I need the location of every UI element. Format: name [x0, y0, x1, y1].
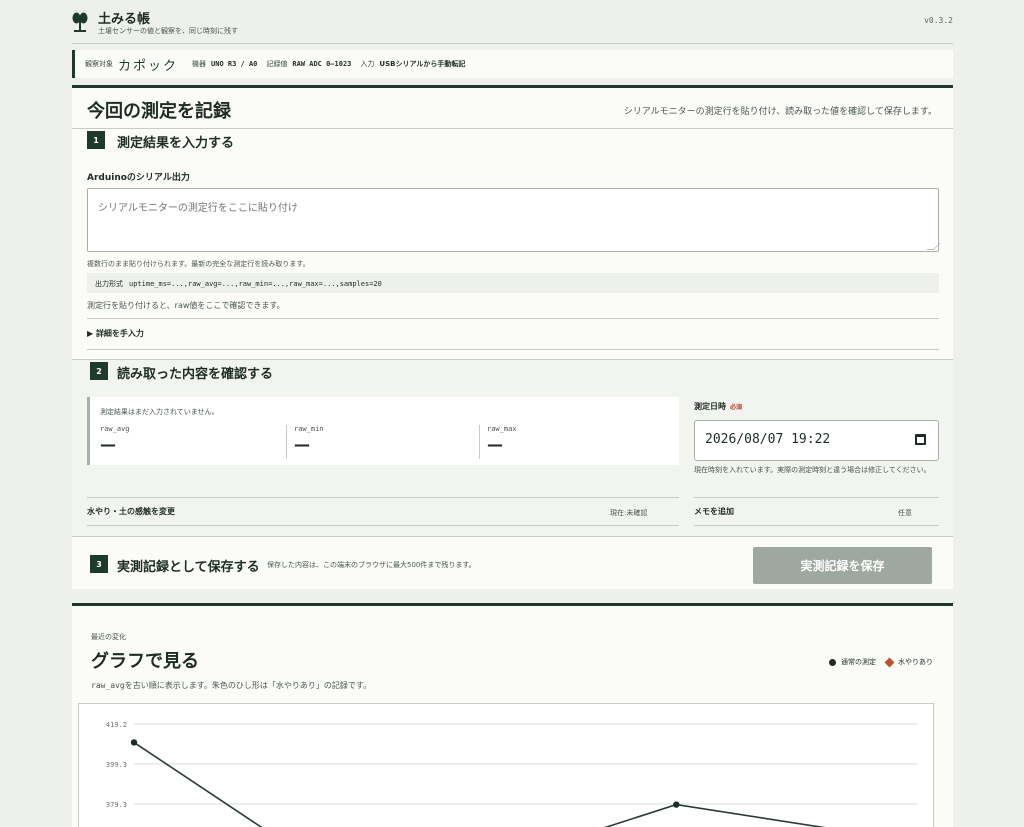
required-badge: 必須 — [730, 404, 743, 411]
data-point — [130, 739, 138, 746]
divider — [72, 128, 953, 129]
legend-normal-icon — [829, 658, 836, 666]
format-value: uptime_ms=...,raw_avg=...,raw_min=...,ra… — [129, 280, 382, 288]
version-label: v0.3.2 — [924, 16, 953, 25]
y-tick-label: 419.2 — [106, 721, 127, 729]
record-value: RAW ADC 0–1023 — [292, 60, 352, 68]
reading-raw-min: raw_min — — [286, 425, 476, 459]
chart-legend: 通常の測定 水やりあり — [829, 657, 933, 667]
reading-raw-avg: raw_avg — — [100, 425, 290, 459]
device-label: 機器 — [192, 60, 207, 68]
save-record-button[interactable]: 実測記録を保存 — [753, 547, 932, 584]
y-tick-label: 399.3 — [106, 761, 127, 769]
datetime-hint: 現在時刻を入れています。実際の測定時刻と違う場合は修正してください。 — [694, 466, 931, 474]
raw-avg-line-chart: 419.2 399.3 379.3 — [106, 721, 917, 827]
record-label: 記録値 — [266, 60, 288, 68]
memo-optional: 任意 — [898, 509, 912, 517]
datetime-input[interactable]: 2026/08/07 19:22 — [694, 420, 939, 461]
divider — [694, 497, 939, 498]
serial-output-input[interactable] — [87, 188, 939, 252]
input-value: USBシリアルから手動転記 — [379, 60, 466, 68]
app-subtitle: 土壌センサーの値と観察を、同じ時刻に残す — [98, 27, 238, 35]
readings-empty-note: 測定結果はまだ入力されていません。 — [100, 408, 219, 416]
step-3-badge: 3 — [90, 555, 108, 573]
chart-area: 419.2 399.3 379.3 — [78, 703, 934, 827]
divider — [87, 318, 939, 319]
chart-eyebrow: 最近の変化 — [91, 633, 126, 641]
reading-raw-max: raw_max — — [479, 425, 669, 459]
legend-normal: 通常の測定 — [841, 658, 876, 666]
calendar-icon[interactable] — [915, 434, 926, 445]
chart-panel: 最近の変化 グラフで見る raw_avgを古い順に表示します。朱色のひし形は「水… — [72, 603, 953, 827]
watering-toggle[interactable]: 水やり・土の感触を変更 — [87, 506, 175, 517]
divider — [72, 536, 953, 537]
readings-box: 測定結果はまだ入力されていません。 raw_avg — raw_min — ra… — [87, 397, 679, 465]
target-value: カポック — [118, 58, 179, 74]
subject-bar: 観察対象 カポック 機器 UNO R3 / A0 記録値 RAW ADC 0–1… — [72, 50, 953, 78]
memo-toggle[interactable]: メモを追加 — [694, 506, 734, 517]
datetime-label: 測定日時 必須 — [694, 401, 742, 412]
save-note: 保存した内容は、この端末のブラウザに最大500件まで残ります。 — [267, 561, 476, 569]
reading-value: — — [487, 435, 503, 454]
app-title: 土みる帳 — [98, 12, 151, 27]
step-2-title: 読み取った内容を確認する — [117, 367, 274, 382]
reading-key: raw_max — [487, 425, 517, 433]
step-2-badge: 2 — [90, 362, 108, 380]
step-3-title: 実測記録として保存する — [117, 560, 260, 575]
chart-section-title: グラフで見る — [91, 651, 199, 672]
panel-title: 今回の測定を記録 — [87, 101, 231, 122]
divider — [87, 497, 679, 498]
format-box: 出力形式 uptime_ms=...,raw_avg=...,raw_min=..… — [87, 273, 939, 293]
chart-desc-key: raw_avg — [91, 681, 125, 690]
datetime-label-text: 測定日時 — [694, 402, 726, 411]
manual-entry-toggle[interactable]: ▶ 詳細を手入力 — [87, 328, 144, 339]
reading-value: — — [100, 435, 116, 454]
step-1-badge: 1 — [87, 131, 105, 149]
reading-key: raw_min — [294, 425, 324, 433]
series-line — [133, 741, 826, 827]
legend-water-icon — [884, 657, 895, 667]
watering-current: 現在:未確認 — [610, 509, 648, 517]
chart-desc-text: を古い順に表示します。朱色のひし形は「水やりあり」の記録です。 — [124, 681, 372, 690]
device-value: UNO R3 / A0 — [211, 60, 258, 68]
legend-water: 水やりあり — [898, 658, 933, 666]
input-label: 入力 — [360, 60, 375, 68]
target-label: 観察対象 — [85, 60, 113, 68]
chart-description: raw_avgを古い順に表示します。朱色のひし形は「水やりあり」の記録です。 — [91, 680, 371, 691]
paste-hint: 測定行を貼り付けると、raw値をここで確認できます。 — [87, 301, 285, 310]
step-1-title: 測定結果を入力する — [117, 136, 235, 151]
sprout-logo-icon — [72, 12, 88, 32]
panel-description: シリアルモニターの測定行を貼り付け、読み取った値を確認して保存します。 — [623, 107, 937, 117]
serial-output-label: Arduinoのシリアル出力 — [87, 173, 190, 183]
reading-value: — — [294, 435, 310, 454]
format-label: 出力形式 — [95, 280, 123, 288]
divider — [87, 349, 939, 350]
data-point — [673, 801, 680, 808]
reading-key: raw_avg — [100, 425, 130, 433]
record-panel: 今回の測定を記録 シリアルモニターの測定行を貼り付け、読み取った値を確認して保存… — [72, 85, 953, 589]
app-header: 土みる帳 土壌センサーの値と観察を、同じ時刻に残す v0.3.2 — [72, 0, 953, 44]
divider — [87, 525, 679, 526]
divider — [694, 525, 939, 526]
y-tick-label: 379.3 — [106, 801, 127, 809]
serial-hint: 複数行のまま貼り付けられます。最新の完全な測定行を読み取ります。 — [87, 260, 310, 268]
